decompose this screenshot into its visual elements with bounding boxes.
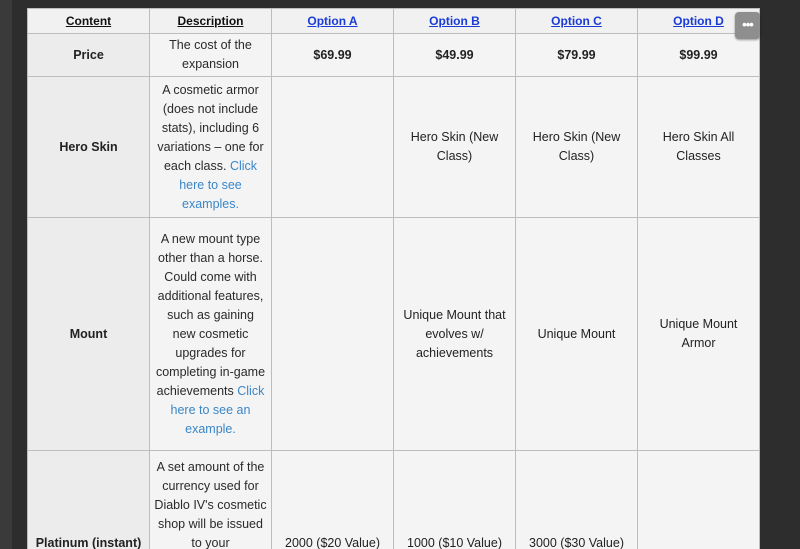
- hero-skin-option-c: Hero Skin (New Class): [515, 76, 638, 218]
- description-mount-text: A new mount type other than a horse. Cou…: [155, 231, 266, 398]
- mount-option-a: [271, 217, 394, 451]
- hero-skin-option-d: Hero Skin All Classes: [637, 76, 760, 218]
- price-option-c: $79.99: [515, 33, 638, 77]
- platinum-option-c: 3000 ($30 Value): [515, 450, 638, 549]
- platinum-option-a: 2000 ($20 Value): [271, 450, 394, 549]
- platinum-option-d: [637, 450, 760, 549]
- mount-option-c: Unique Mount: [515, 217, 638, 451]
- row-label-mount: Mount: [27, 217, 150, 451]
- table-row-mount: Mount A new mount type other than a hors…: [27, 217, 760, 451]
- mount-option-b: Unique Mount that evolves w/ achievement…: [393, 217, 516, 451]
- header-content: Content: [27, 8, 150, 34]
- more-options-button[interactable]: •••: [735, 12, 760, 39]
- header-option-a-link[interactable]: Option A: [271, 8, 394, 34]
- table-row-platinum: Platinum (instant) A set amount of the c…: [27, 450, 760, 549]
- table-row-hero-skin: Hero Skin A cosmetic armor (does not inc…: [27, 76, 760, 218]
- description-mount: A new mount type other than a horse. Cou…: [149, 217, 272, 451]
- header-option-c-link[interactable]: Option C: [515, 8, 638, 34]
- row-label-price: Price: [27, 33, 150, 77]
- header-row: Content Description Option A Option B Op…: [27, 8, 760, 34]
- row-label-hero-skin: Hero Skin: [27, 76, 150, 218]
- price-option-a: $69.99: [271, 33, 394, 77]
- hero-skin-option-a: [271, 76, 394, 218]
- table-row-price: Price The cost of the expansion $69.99 $…: [27, 33, 760, 77]
- description-platinum: A set amount of the currency used for Di…: [149, 450, 272, 549]
- mount-option-d: Unique Mount Armor: [637, 217, 760, 451]
- description-price: The cost of the expansion: [149, 33, 272, 77]
- video-frame: Content Description Option A Option B Op…: [0, 0, 800, 549]
- price-option-b: $49.99: [393, 33, 516, 77]
- hero-skin-option-b: Hero Skin (New Class): [393, 76, 516, 218]
- more-horizontal-icon: •••: [742, 17, 754, 32]
- row-label-platinum: Platinum (instant): [27, 450, 150, 549]
- header-description: Description: [149, 8, 272, 34]
- price-option-d: $99.99: [637, 33, 760, 77]
- header-option-b-link[interactable]: Option B: [393, 8, 516, 34]
- platinum-option-b: 1000 ($10 Value): [393, 450, 516, 549]
- description-hero-skin: A cosmetic armor (does not include stats…: [149, 76, 272, 218]
- comparison-table: Content Description Option A Option B Op…: [27, 8, 760, 549]
